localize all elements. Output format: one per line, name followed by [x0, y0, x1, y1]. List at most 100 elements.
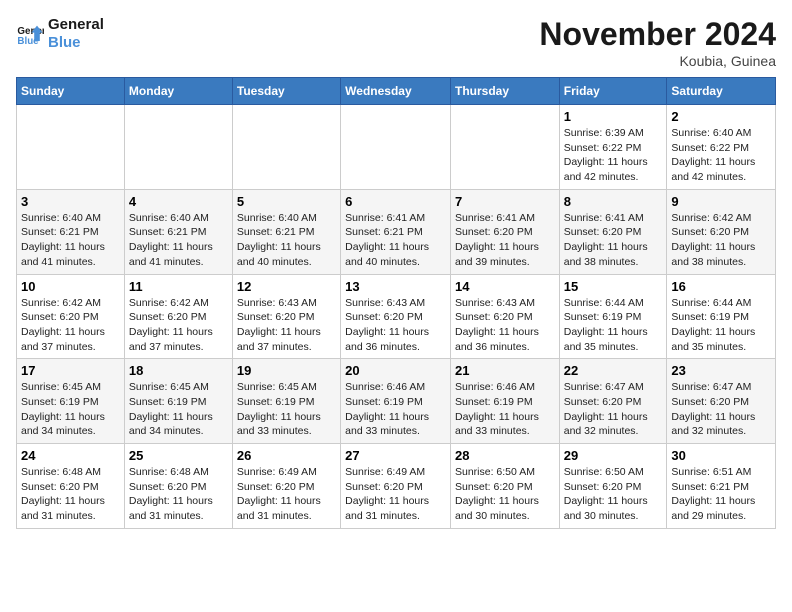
calendar-cell: 6Sunrise: 6:41 AM Sunset: 6:21 PM Daylig…	[341, 189, 451, 274]
day-info: Sunrise: 6:48 AM Sunset: 6:20 PM Dayligh…	[129, 465, 228, 524]
day-info: Sunrise: 6:40 AM Sunset: 6:21 PM Dayligh…	[129, 211, 228, 270]
day-number: 5	[237, 194, 336, 209]
day-info: Sunrise: 6:48 AM Sunset: 6:20 PM Dayligh…	[21, 465, 120, 524]
calendar-cell: 21 Sunrise: 6:46 AM Sunset: 6:19 PM Dayli…	[450, 359, 559, 444]
calendar-cell: 20Sunrise: 6:46 AM Sunset: 6:19 PM Dayli…	[341, 359, 451, 444]
day-info: Sunrise: 6:50 AM Sunset: 6:20 PM Dayligh…	[455, 465, 555, 524]
day-info: Sunrise: 6:49 AM Sunset: 6:20 PM Dayligh…	[345, 465, 446, 524]
calendar-week-row: 10 Sunrise: 6:42 AM Sunset: 6:20 PM Dayli…	[17, 274, 776, 359]
weekday-header: Thursday	[450, 78, 559, 105]
day-info: Sunrise: 6:41 AM Sunset: 6:20 PM Dayligh…	[564, 211, 663, 270]
calendar-cell: 8 Sunrise: 6:41 AM Sunset: 6:20 PM Daylig…	[559, 189, 667, 274]
calendar-cell	[17, 105, 125, 190]
calendar-cell	[341, 105, 451, 190]
day-number: 27	[345, 448, 446, 463]
day-info: Sunrise: 6:41 AM Sunset: 6:20 PM Dayligh…	[455, 211, 555, 270]
logo-blue: Blue	[48, 34, 104, 52]
day-number: 2	[671, 109, 771, 124]
weekday-header: Friday	[559, 78, 667, 105]
calendar-cell	[232, 105, 340, 190]
day-number: 16	[671, 279, 771, 294]
day-number: 6	[345, 194, 446, 209]
day-info: Sunrise: 6:50 AM Sunset: 6:20 PM Dayligh…	[564, 465, 663, 524]
calendar-cell: 14 Sunrise: 6:43 AM Sunset: 6:20 PM Dayli…	[450, 274, 559, 359]
calendar-week-row: 24 Sunrise: 6:48 AM Sunset: 6:20 PM Dayli…	[17, 444, 776, 529]
day-number: 18	[129, 363, 228, 378]
logo-icon: General Blue	[16, 20, 44, 48]
calendar-cell: 17Sunrise: 6:45 AM Sunset: 6:19 PM Dayli…	[17, 359, 125, 444]
day-info: Sunrise: 6:42 AM Sunset: 6:20 PM Dayligh…	[129, 296, 228, 355]
calendar-week-row: 17 Sunrise: 6:45 AM Sunset: 6:19 PM Dayli…	[17, 359, 776, 444]
calendar-cell: 10 Sunrise: 6:42 AM Sunset: 6:20 PM Dayli…	[17, 274, 125, 359]
day-number: 21	[455, 363, 555, 378]
calendar-cell: 24 Sunrise: 6:48 AM Sunset: 6:20 PM Dayli…	[17, 444, 125, 529]
title-area: November 2024 Koubia, Guinea	[539, 16, 776, 69]
logo: General Blue General Blue	[16, 16, 104, 52]
calendar-cell: 2Sunrise: 6:40 AM Sunset: 6:22 PM Daylig…	[667, 105, 776, 190]
calendar-cell: 29 Sunrise: 6:50 AM Sunset: 6:20 PM Dayli…	[559, 444, 667, 529]
day-number: 28	[455, 448, 555, 463]
day-number: 23	[671, 363, 771, 378]
weekday-header: Monday	[124, 78, 232, 105]
calendar-cell: 3 Sunrise: 6:40 AM Sunset: 6:21 PM Daylig…	[17, 189, 125, 274]
calendar-table: SundayMondayTuesdayWednesdayThursdayFrid…	[16, 77, 776, 529]
calendar-cell: 19Sunrise: 6:45 AM Sunset: 6:19 PM Dayli…	[232, 359, 340, 444]
day-info: Sunrise: 6:46 AM Sunset: 6:19 PM Dayligh…	[345, 380, 446, 439]
calendar-cell: 4 Sunrise: 6:40 AM Sunset: 6:21 PM Daylig…	[124, 189, 232, 274]
calendar-cell: 22 Sunrise: 6:47 AM Sunset: 6:20 PM Dayli…	[559, 359, 667, 444]
calendar-cell: 16Sunrise: 6:44 AM Sunset: 6:19 PM Dayli…	[667, 274, 776, 359]
day-number: 29	[564, 448, 663, 463]
day-number: 13	[345, 279, 446, 294]
weekday-header: Saturday	[667, 78, 776, 105]
day-number: 17	[21, 363, 120, 378]
calendar-cell	[124, 105, 232, 190]
day-info: Sunrise: 6:47 AM Sunset: 6:20 PM Dayligh…	[564, 380, 663, 439]
calendar-cell: 11 Sunrise: 6:42 AM Sunset: 6:20 PM Dayli…	[124, 274, 232, 359]
day-info: Sunrise: 6:43 AM Sunset: 6:20 PM Dayligh…	[455, 296, 555, 355]
calendar-cell	[450, 105, 559, 190]
month-title: November 2024	[539, 16, 776, 53]
calendar-cell: 18 Sunrise: 6:45 AM Sunset: 6:19 PM Dayli…	[124, 359, 232, 444]
day-info: Sunrise: 6:42 AM Sunset: 6:20 PM Dayligh…	[21, 296, 120, 355]
day-number: 15	[564, 279, 663, 294]
day-number: 1	[564, 109, 663, 124]
day-info: Sunrise: 6:43 AM Sunset: 6:20 PM Dayligh…	[237, 296, 336, 355]
day-number: 4	[129, 194, 228, 209]
calendar-cell: 23 Sunrise: 6:47 AM Sunset: 6:20 PM Dayli…	[667, 359, 776, 444]
day-number: 14	[455, 279, 555, 294]
calendar-cell: 9Sunrise: 6:42 AM Sunset: 6:20 PM Daylig…	[667, 189, 776, 274]
calendar-cell: 13 Sunrise: 6:43 AM Sunset: 6:20 PM Dayli…	[341, 274, 451, 359]
logo-general: General	[48, 16, 104, 34]
day-info: Sunrise: 6:45 AM Sunset: 6:19 PM Dayligh…	[237, 380, 336, 439]
calendar-cell: 1 Sunrise: 6:39 AM Sunset: 6:22 PM Daylig…	[559, 105, 667, 190]
day-number: 7	[455, 194, 555, 209]
day-number: 8	[564, 194, 663, 209]
day-number: 24	[21, 448, 120, 463]
calendar-cell: 15 Sunrise: 6:44 AM Sunset: 6:19 PM Dayli…	[559, 274, 667, 359]
day-number: 30	[671, 448, 771, 463]
day-info: Sunrise: 6:40 AM Sunset: 6:21 PM Dayligh…	[21, 211, 120, 270]
day-number: 11	[129, 279, 228, 294]
day-info: Sunrise: 6:46 AM Sunset: 6:19 PM Dayligh…	[455, 380, 555, 439]
calendar-cell: 28 Sunrise: 6:50 AM Sunset: 6:20 PM Dayli…	[450, 444, 559, 529]
calendar-cell: 27 Sunrise: 6:49 AM Sunset: 6:20 PM Dayli…	[341, 444, 451, 529]
day-number: 26	[237, 448, 336, 463]
day-info: Sunrise: 6:44 AM Sunset: 6:19 PM Dayligh…	[564, 296, 663, 355]
day-number: 10	[21, 279, 120, 294]
day-info: Sunrise: 6:51 AM Sunset: 6:21 PM Dayligh…	[671, 465, 771, 524]
day-info: Sunrise: 6:47 AM Sunset: 6:20 PM Dayligh…	[671, 380, 771, 439]
weekday-header: Wednesday	[341, 78, 451, 105]
day-info: Sunrise: 6:43 AM Sunset: 6:20 PM Dayligh…	[345, 296, 446, 355]
day-info: Sunrise: 6:40 AM Sunset: 6:21 PM Dayligh…	[237, 211, 336, 270]
header: General Blue General Blue November 2024 …	[16, 16, 776, 69]
weekday-header: Tuesday	[232, 78, 340, 105]
day-number: 3	[21, 194, 120, 209]
day-info: Sunrise: 6:39 AM Sunset: 6:22 PM Dayligh…	[564, 126, 663, 185]
day-info: Sunrise: 6:45 AM Sunset: 6:19 PM Dayligh…	[129, 380, 228, 439]
calendar-week-row: 3 Sunrise: 6:40 AM Sunset: 6:21 PM Daylig…	[17, 189, 776, 274]
day-number: 22	[564, 363, 663, 378]
calendar-cell: 12 Sunrise: 6:43 AM Sunset: 6:20 PM Dayli…	[232, 274, 340, 359]
calendar-cell: 7 Sunrise: 6:41 AM Sunset: 6:20 PM Daylig…	[450, 189, 559, 274]
day-number: 12	[237, 279, 336, 294]
day-number: 25	[129, 448, 228, 463]
